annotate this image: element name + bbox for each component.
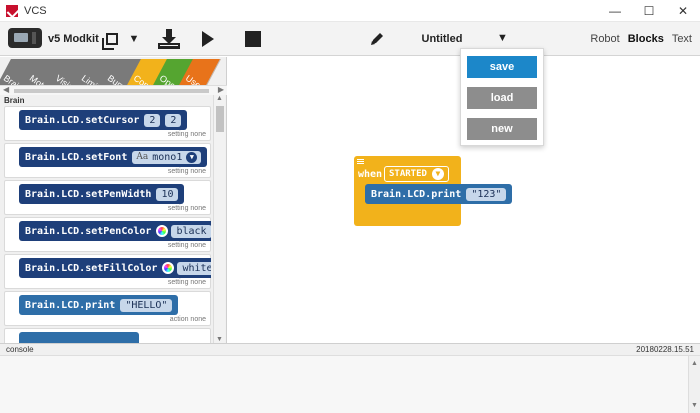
category-scrollbar[interactable]: ◀ ▶ (0, 85, 227, 95)
version-label: 20180228.15.51 (636, 345, 694, 354)
stop-icon[interactable] (243, 28, 263, 50)
console-scrollbar[interactable]: ▲ ▼ (688, 356, 700, 413)
drag-handle-icon[interactable] (357, 159, 364, 164)
when-started-block[interactable]: when STARTED ▼ Brain.LCD.print "123" (354, 156, 513, 226)
when-label: when (358, 169, 383, 180)
caret-down-icon[interactable]: ▼ (127, 28, 141, 50)
palette-block-card[interactable]: Brain.LCD.print "HELLO" action none (4, 291, 211, 326)
brand-label: v5 Modkit (48, 33, 99, 45)
palette-scrollbar[interactable]: ▲ ▼ (213, 95, 225, 343)
block-arg[interactable]: 2 (165, 113, 182, 127)
block-note: setting none (167, 242, 206, 249)
block-arg[interactable]: 10 (156, 187, 179, 201)
download-icon[interactable] (156, 28, 182, 50)
palette-block-list: Brain.LCD.setCursor 2 2 setting none Bra… (4, 106, 211, 343)
color-value[interactable]: white (177, 261, 211, 275)
block-lcd-set-pen-color[interactable]: Brain.LCD.setPenColor black (19, 221, 211, 241)
palette-block-card[interactable]: Brain.LCD.setPenColor black setting none (4, 217, 211, 252)
category-scroll-thumb[interactable] (14, 89, 209, 93)
tab-robot[interactable]: Robot (590, 33, 619, 45)
scroll-down-icon[interactable]: ▼ (691, 402, 698, 409)
block-lcd-set-font[interactable]: Brain.LCD.setFont Aa mono1 ▼ (19, 147, 208, 167)
color-wheel-icon[interactable] (162, 262, 175, 274)
block-note: action none (169, 316, 206, 323)
console-output[interactable]: ▲ ▼ (0, 356, 700, 413)
vcs-app: VCS — ☐ ✕ v5 Modkit ▼ Untitled ▼ Robot B… (0, 0, 700, 413)
block-note: setting none (167, 205, 206, 212)
file-menu-caret-icon[interactable]: ▼ (497, 32, 508, 44)
file-menu: save load new (460, 48, 544, 146)
palette-block-card[interactable]: Brain.LCD.setFont Aa mono1 ▼ setting non… (4, 143, 211, 178)
new-button[interactable]: new (467, 118, 537, 140)
chevron-down-icon: ▼ (186, 151, 198, 163)
scroll-right-icon[interactable]: ▶ (218, 85, 224, 94)
load-button[interactable]: load (467, 87, 537, 109)
scroll-left-icon[interactable]: ◀ (3, 85, 9, 94)
block-note: setting none (167, 131, 206, 138)
play-icon[interactable] (199, 28, 217, 50)
tab-text[interactable]: Text (672, 33, 692, 45)
block-palette: Brain Motors Vision Limit Bumper Control… (0, 57, 227, 343)
tab-blocks[interactable]: Blocks (628, 33, 664, 45)
close-button[interactable]: ✕ (666, 0, 700, 22)
color-wheel-icon[interactable] (156, 225, 169, 237)
block-lcd-set-pen-width[interactable]: Brain.LCD.setPenWidth 10 (19, 184, 185, 204)
console-header: console 20180228.15.51 (0, 343, 700, 356)
palette-scroll-thumb[interactable] (216, 106, 224, 132)
view-tabs: Robot Blocks Text (590, 33, 692, 45)
color-value[interactable]: black (171, 224, 211, 238)
block-lcd-print[interactable]: Brain.LCD.print "HELLO" (19, 295, 179, 315)
palette-block-card[interactable]: Brain.LCD.setPenWidth 10 setting none (4, 180, 211, 215)
title-bar: VCS — ☐ ✕ (0, 0, 700, 22)
block-note: setting none (167, 279, 206, 286)
brain-icon[interactable] (8, 28, 42, 48)
palette-block-card[interactable] (4, 328, 211, 343)
block-note: setting none (167, 168, 206, 175)
palette-block-card[interactable]: Brain.LCD.setFillColor white setting non… (4, 254, 211, 289)
block-lcd-set-fill-color[interactable]: Brain.LCD.setFillColor white (19, 258, 211, 278)
scroll-down-icon[interactable]: ▼ (216, 336, 223, 343)
palette-block-partial[interactable] (19, 332, 139, 343)
pencil-icon[interactable] (368, 28, 386, 50)
scroll-up-icon[interactable]: ▲ (216, 95, 223, 102)
block-lcd-set-cursor[interactable]: Brain.LCD.setCursor 2 2 (19, 110, 188, 130)
event-select[interactable]: STARTED ▼ (384, 166, 449, 182)
toolbar: v5 Modkit ▼ Untitled ▼ Robot Blocks Text (0, 22, 700, 56)
project-name[interactable]: Untitled (402, 33, 482, 45)
category-tabs: Brain Motors Vision Limit Bumper Control… (0, 57, 227, 85)
chevron-down-icon: ▼ (431, 168, 444, 180)
scroll-up-icon[interactable]: ▲ (691, 360, 698, 367)
save-button[interactable]: save (467, 56, 537, 78)
maximize-button[interactable]: ☐ (632, 0, 666, 22)
window-controls: — ☐ ✕ (598, 0, 700, 22)
font-icon: Aa (136, 152, 149, 162)
palette-block-card[interactable]: Brain.LCD.setCursor 2 2 setting none (4, 106, 211, 141)
font-select[interactable]: Aa mono1 ▼ (132, 150, 202, 164)
block-arg[interactable]: 2 (144, 113, 161, 127)
section-label: Brain (4, 96, 25, 105)
block-arg[interactable]: "123" (466, 187, 507, 201)
minimize-button[interactable]: — (598, 0, 632, 22)
block-arg[interactable]: "HELLO" (120, 298, 173, 312)
vex-logo-icon (6, 4, 18, 17)
copy-icon[interactable] (102, 28, 121, 50)
window-title: VCS (24, 4, 47, 17)
block-lcd-print-workspace[interactable]: Brain.LCD.print "123" (365, 184, 513, 204)
console-label: console (6, 345, 34, 354)
